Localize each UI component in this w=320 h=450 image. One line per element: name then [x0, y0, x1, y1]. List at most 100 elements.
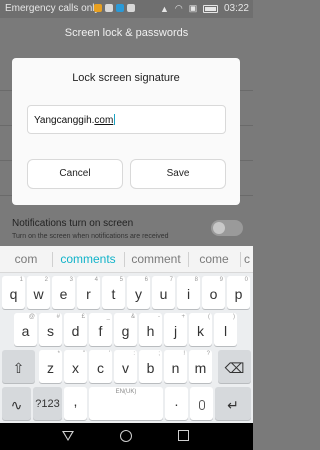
key-f[interactable]: f _: [89, 313, 112, 346]
key-p[interactable]: p0: [227, 276, 250, 309]
key-label: g: [121, 323, 130, 339]
key-label: [190, 397, 213, 413]
key-hint: _: [106, 314, 110, 320]
clock: 03:22: [223, 3, 249, 14]
key-label: ⇧: [12, 360, 25, 376]
home-icon[interactable]: [120, 430, 132, 442]
suggestion-item[interactable]: c: [240, 246, 253, 273]
key-m[interactable]: m?: [189, 350, 212, 383]
key-hint: 7: [169, 277, 173, 283]
key-label: v: [122, 360, 129, 376]
signature-input[interactable]: Yangcanggih.com: [27, 105, 226, 134]
enter-key[interactable]: ↵: [215, 387, 251, 420]
comma-key[interactable]: ,: [64, 387, 87, 420]
swipe-key[interactable]: ∿: [2, 387, 31, 420]
key-v[interactable]: v:: [114, 350, 137, 383]
key-z[interactable]: z *: [39, 350, 62, 383]
back-icon-inner: [64, 432, 72, 439]
key-hint: 5: [119, 277, 123, 283]
key-label: ∿: [10, 397, 23, 413]
key-label: l: [223, 323, 228, 339]
battery-icon: [203, 4, 219, 13]
notification-icons: [94, 4, 135, 12]
key-hint: ": [82, 351, 85, 357]
microphone-icon: [198, 400, 205, 410]
key-s[interactable]: s #: [39, 313, 62, 346]
key-hint: +: [181, 314, 185, 320]
backspace-key[interactable]: ⌫: [218, 350, 251, 383]
key-c[interactable]: c ': [89, 350, 112, 383]
key-label: u: [159, 286, 168, 302]
suggestion-item-active[interactable]: comments: [52, 246, 124, 273]
key-n[interactable]: n!: [164, 350, 187, 383]
lock-screen-signature-dialog: Lock screen signature Yangcanggih.com Ca…: [12, 58, 240, 205]
key-b[interactable]: b;: [139, 350, 162, 383]
key-label: d: [71, 323, 80, 339]
key-label: b: [146, 360, 155, 376]
key-j[interactable]: j +: [164, 313, 187, 346]
key-d[interactable]: d £: [64, 313, 87, 346]
image-notification-icon: [105, 4, 113, 12]
key-label: a: [21, 323, 30, 339]
key-hint: 3: [69, 277, 73, 283]
key-label: w: [33, 286, 44, 302]
key-k[interactable]: k(: [189, 313, 212, 346]
key-x[interactable]: x ": [64, 350, 87, 383]
keyboard: com comments comment come c q1w2e3r4t5y6…: [0, 246, 253, 423]
key-e[interactable]: e3: [52, 276, 75, 309]
key-label: ,: [73, 393, 78, 409]
page-title: Screen lock & passwords: [64, 27, 189, 39]
key-l[interactable]: l): [214, 313, 237, 346]
key-y[interactable]: y6: [127, 276, 150, 309]
key-label: q: [9, 286, 18, 302]
key-hint: 9: [219, 277, 223, 283]
key-a[interactable]: a @: [14, 313, 37, 346]
key-hint: 0: [244, 277, 248, 283]
key-r[interactable]: r4: [77, 276, 100, 309]
key-label: h: [146, 323, 155, 339]
key-hint: ): [233, 314, 235, 320]
key-label: o: [209, 286, 218, 302]
key-label: c: [97, 360, 104, 376]
space-key[interactable]: EN(UK): [89, 387, 163, 420]
navigation-bar: [0, 423, 253, 450]
cancel-button[interactable]: Cancel: [27, 159, 123, 189]
key-o[interactable]: o9: [202, 276, 225, 309]
signature-input-value: Yangcanggih.com: [34, 114, 116, 126]
key-label: r: [86, 286, 91, 302]
app-notification-icon: [94, 4, 102, 12]
key-t[interactable]: t5: [102, 276, 125, 309]
key-hint: ;: [158, 351, 160, 357]
key-label: y: [135, 286, 142, 302]
suggestion-item[interactable]: com: [0, 246, 52, 273]
suggestion-item[interactable]: comment: [124, 246, 188, 273]
key-w[interactable]: w2: [27, 276, 50, 309]
key-label: s: [47, 323, 54, 339]
key-label: ?123: [35, 398, 60, 410]
recent-apps-icon[interactable]: [178, 430, 189, 441]
key-hint: &: [130, 314, 135, 320]
period-key[interactable]: .: [165, 387, 188, 420]
key-hint: :: [133, 351, 135, 357]
suggestion-item[interactable]: come: [188, 246, 240, 273]
key-hint: *: [57, 351, 60, 357]
notifications-setting-title[interactable]: Notifications turn on screen: [12, 218, 133, 229]
no-sim-icon: ▣: [188, 3, 198, 13]
key-label: n: [171, 360, 180, 376]
carrier-text: Emergency calls only: [5, 3, 100, 14]
mic-key[interactable]: [190, 387, 213, 420]
shift-key[interactable]: ⇧: [2, 350, 35, 383]
key-u[interactable]: u7: [152, 276, 175, 309]
key-h[interactable]: h-: [139, 313, 162, 346]
key-hint: 4: [94, 277, 98, 283]
save-button[interactable]: Save: [130, 159, 226, 189]
notifications-toggle[interactable]: [211, 220, 243, 236]
key-i[interactable]: i8: [177, 276, 200, 309]
notifications-setting-subtitle: Turn on the screen when notifications ar…: [12, 233, 169, 240]
key-q[interactable]: q1: [2, 276, 25, 309]
key-g[interactable]: g &: [114, 313, 137, 346]
key-label: ⌫: [224, 360, 245, 376]
key-label: f: [98, 323, 103, 339]
dialog-title: Lock screen signature: [72, 72, 180, 84]
symbols-key[interactable]: ?123: [33, 387, 62, 420]
